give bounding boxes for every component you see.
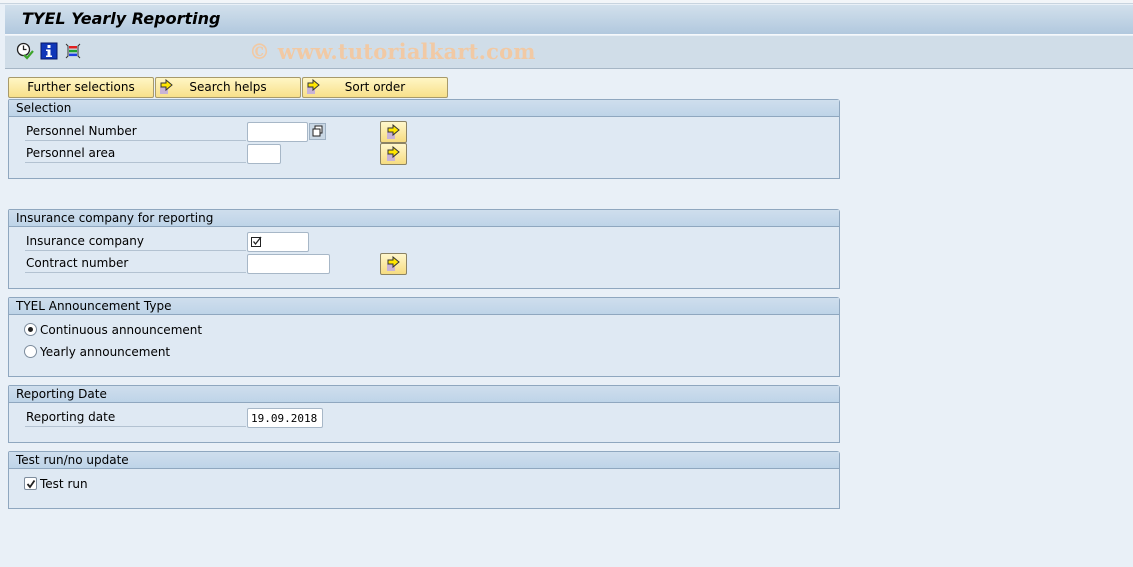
insurance-company-label: Insurance company xyxy=(25,232,246,251)
announcement-group-title: TYEL Announcement Type xyxy=(9,298,839,315)
further-selections-button[interactable]: Further selections xyxy=(8,77,154,98)
execute-icon[interactable] xyxy=(16,42,34,60)
test-run-group-title: Test run/no update xyxy=(9,452,839,469)
personnel-area-row: Personnel area xyxy=(25,143,825,165)
sort-order-button[interactable]: Sort order xyxy=(302,77,448,98)
continuous-announcement-label: Continuous announcement xyxy=(40,323,203,337)
reporting-date-group-title: Reporting Date xyxy=(9,386,839,403)
test-run-group: Test run/no update Test run xyxy=(8,451,840,509)
title-bar: TYEL Yearly Reporting xyxy=(5,5,1133,35)
personnel-number-label: Personnel Number xyxy=(25,122,246,141)
announcement-type-group: TYEL Announcement Type Continuous announ… xyxy=(8,297,840,377)
arrow-right-icon xyxy=(387,124,400,139)
further-selections-label: Further selections xyxy=(27,80,135,94)
window-top-strip xyxy=(0,0,1133,4)
test-run-label: Test run xyxy=(40,477,88,491)
personnel-number-row: Personnel Number xyxy=(25,121,825,143)
insurance-group-title: Insurance company for reporting xyxy=(9,210,839,227)
arrow-right-icon xyxy=(160,79,173,94)
selection-screen-icon[interactable] xyxy=(64,42,82,60)
arrow-right-icon xyxy=(387,256,400,271)
test-run-checkbox[interactable] xyxy=(24,477,37,490)
personnel-area-input[interactable] xyxy=(247,144,281,164)
arrow-right-icon xyxy=(387,146,400,161)
reporting-date-input[interactable] xyxy=(247,408,323,428)
personnel-number-multiple-selection-button[interactable] xyxy=(380,121,407,143)
contract-number-multiple-selection-button[interactable] xyxy=(380,253,407,275)
personnel-area-label: Personnel area xyxy=(25,144,246,163)
required-field-icon xyxy=(251,236,262,247)
selection-group-title: Selection xyxy=(9,100,839,117)
arrow-right-icon xyxy=(307,79,320,94)
contract-number-label: Contract number xyxy=(25,254,246,273)
reporting-date-group: Reporting Date Reporting date xyxy=(8,385,840,443)
watermark-text: © www.tutorialkart.com xyxy=(249,39,536,64)
insurance-company-input[interactable] xyxy=(247,232,309,252)
info-icon[interactable] xyxy=(40,42,58,60)
yearly-announcement-label: Yearly announcement xyxy=(40,345,171,359)
sort-order-label: Sort order xyxy=(344,80,406,94)
reporting-date-row: Reporting date xyxy=(25,408,825,428)
insurance-company-row: Insurance company xyxy=(25,232,825,252)
contract-number-input[interactable] xyxy=(247,254,330,274)
contract-number-row: Contract number xyxy=(25,253,825,275)
personnel-number-input[interactable] xyxy=(247,122,308,142)
yearly-announcement-radio[interactable] xyxy=(24,345,37,358)
multiple-selection-icon[interactable] xyxy=(309,123,326,140)
search-helps-button[interactable]: Search helps xyxy=(155,77,301,98)
page-title: TYEL Yearly Reporting xyxy=(22,9,221,28)
reporting-date-label: Reporting date xyxy=(25,408,246,427)
search-helps-label: Search helps xyxy=(189,80,267,94)
application-toolbar: © www.tutorialkart.com xyxy=(5,36,1133,69)
selection-group: Selection Personnel Number Personnel are… xyxy=(8,99,840,179)
checkmark-icon xyxy=(26,479,36,489)
personnel-area-multiple-selection-button[interactable] xyxy=(380,143,407,165)
insurance-company-group: Insurance company for reporting Insuranc… xyxy=(8,209,840,289)
continuous-announcement-radio[interactable] xyxy=(24,323,37,336)
